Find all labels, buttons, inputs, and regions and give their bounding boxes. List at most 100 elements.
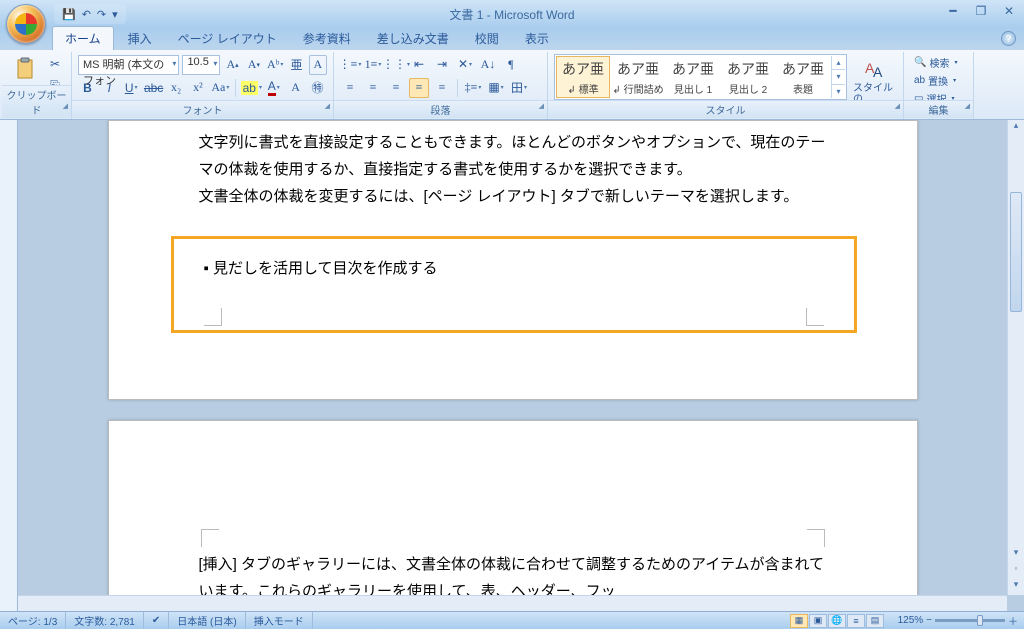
align-right-button[interactable]: ≡ [386,78,406,98]
title-bar: 💾 ↶ ↷ ▾ 文書 1 - Microsoft Word ━ ❐ ✕ [0,0,1024,28]
page-margin-marker [201,529,219,547]
font-color-button[interactable]: A [264,78,283,98]
zoom-knob[interactable] [977,615,983,626]
style-no-spacing[interactable]: あア亜↲ 行間詰め [611,56,665,98]
enclose-characters-button[interactable]: ㊕ [308,78,327,98]
minimize-button[interactable]: ━ [944,4,962,18]
superscript-button[interactable]: x² [189,78,208,98]
scroll-up-icon[interactable]: ▴ [1008,120,1024,136]
align-center-button[interactable]: ≡ [363,78,383,98]
view-draft-icon[interactable]: ▤ [866,614,884,628]
asian-layout-button[interactable]: ✕ [455,55,475,75]
ribbon-tabs: ホーム 挿入 ページ レイアウト 参考資料 差し込み文書 校閲 表示 ? [0,28,1024,50]
qat-customize-icon[interactable]: ▾ [112,8,118,21]
office-button[interactable] [6,4,46,44]
character-border-button[interactable]: A [309,55,327,75]
bullets-button[interactable]: ⋮≡ [340,55,360,75]
tab-view[interactable]: 表示 [513,27,561,50]
style-normal[interactable]: あア亜↲ 標準 [556,56,610,98]
character-shading-button[interactable]: A [286,78,305,98]
heading-text[interactable]: ▪ 見だしを活用して目次を作成する [204,255,824,282]
page-1[interactable]: 文字列に書式を直接設定することもできます。ほとんどのボタンやオプションで、現在の… [108,120,918,400]
underline-button[interactable]: U [122,78,141,98]
vertical-scrollbar[interactable]: ▴ ▾ ◦ ▾ [1007,120,1024,595]
status-proofing[interactable]: ✔ [144,612,169,629]
group-clipboard-label: クリップボード [2,85,71,118]
help-icon[interactable]: ? [1001,31,1016,46]
scroll-thumb[interactable] [1010,192,1022,312]
prev-page-icon[interactable]: ◦ [1008,563,1024,579]
status-page[interactable]: ページ: 1/3 [0,612,66,629]
vertical-ruler[interactable] [0,120,18,611]
scroll-down-icon[interactable]: ▾ [1008,547,1024,563]
highlight-button[interactable]: ab [241,78,261,98]
font-size-combo[interactable]: 10.5 [182,55,220,75]
document-area[interactable]: 文字列に書式を直接設定することもできます。ほとんどのボタンやオプションで、現在の… [18,120,1007,595]
styles-gallery: あア亜↲ 標準 あア亜↲ 行間詰め あア亜見出し 1 あア亜見出し 2 あア亜表… [554,54,847,100]
styles-more-icon[interactable]: ▾ [832,85,845,98]
decrease-indent-button[interactable]: ⇤ [409,55,429,75]
tab-mailings[interactable]: 差し込み文書 [365,27,461,50]
page-2[interactable]: [挿入] タブのギャラリーには、文書全体の体裁に合わせて調整するためのアイテムが… [108,420,918,595]
change-case-button[interactable]: Aa [210,78,230,98]
tab-insert[interactable]: 挿入 [116,27,164,50]
style-heading2[interactable]: あア亜見出し 2 [721,56,775,98]
group-font: MS 明朝 (本文のフォン 10.5 A▴ A▾ Aᵇ 亜 A B I U ab… [72,52,334,119]
view-full-screen-icon[interactable]: ▣ [809,614,827,628]
zoom-level[interactable]: 125% [898,615,924,626]
font-name-combo[interactable]: MS 明朝 (本文のフォン [78,55,179,75]
style-heading1[interactable]: あア亜見出し 1 [666,56,720,98]
zoom-in-button[interactable]: ＋ [1008,613,1018,628]
borders-button[interactable]: 田 [509,78,529,98]
grow-font-button[interactable]: A▴ [223,55,241,75]
phonetic-guide-button[interactable]: 亜 [287,55,305,75]
redo-icon[interactable]: ↷ [97,8,106,21]
justify-button[interactable]: ≡ [409,78,429,98]
style-title[interactable]: あア亜表題 [776,56,830,98]
group-editing-label: 編集 [904,100,973,118]
tab-review[interactable]: 校閲 [463,27,511,50]
multilevel-list-button[interactable]: ⋮⋮ [386,55,406,75]
shrink-font-button[interactable]: A▾ [245,55,263,75]
align-left-button[interactable]: ≡ [340,78,360,98]
tab-references[interactable]: 参考資料 [291,27,363,50]
paragraph[interactable]: 文書全体の体裁を変更するには、[ページ レイアウト] タブで新しいテーマを選択し… [199,183,827,210]
line-spacing-button[interactable]: ‡≡ [463,78,483,98]
subscript-button[interactable]: x₂ [167,78,186,98]
next-page-icon[interactable]: ▾ [1008,579,1024,595]
show-marks-button[interactable]: ¶ [501,55,521,75]
shading-button[interactable]: ▦ [486,78,506,98]
tab-home[interactable]: ホーム [52,26,114,50]
numbering-button[interactable]: 1≡ [363,55,383,75]
status-word-count[interactable]: 文字数: 2,781 [66,612,144,629]
horizontal-scrollbar[interactable] [18,595,1007,611]
close-button[interactable]: ✕ [1000,4,1018,18]
tab-page-layout[interactable]: ページ レイアウト [166,27,289,50]
status-insert-mode[interactable]: 挿入モード [246,612,313,629]
window-title: 文書 1 - Microsoft Word [449,6,574,23]
strikethrough-button[interactable]: abc [144,78,164,98]
distributed-button[interactable]: ≡ [432,78,452,98]
find-button[interactable]: 🔍 検索 [910,54,961,71]
zoom-out-button[interactable]: − [926,615,932,626]
status-language[interactable]: 日本語 (日本) [169,612,245,629]
maximize-button[interactable]: ❐ [972,4,990,18]
paragraph[interactable]: [挿入] タブのギャラリーには、文書全体の体裁に合わせて調整するためのアイテムが… [199,551,827,595]
sort-button[interactable]: A↓ [478,55,498,75]
save-icon[interactable]: 💾 [62,8,76,21]
view-outline-icon[interactable]: ≡ [847,614,865,628]
styles-up-icon[interactable]: ▴ [832,56,845,70]
increase-indent-button[interactable]: ⇥ [432,55,452,75]
undo-icon[interactable]: ↶ [82,8,91,21]
replace-button[interactable]: ab 置換 [910,72,961,89]
view-print-layout-icon[interactable]: ▦ [790,614,808,628]
styles-down-icon[interactable]: ▾ [832,70,845,84]
zoom-control: 125% − ＋ [898,613,1018,628]
clear-formatting-button[interactable]: Aᵇ [266,55,284,75]
zoom-slider[interactable] [935,619,1005,622]
cut-button[interactable]: ✂ [45,54,65,74]
paragraph[interactable]: 文字列に書式を直接設定することもできます。ほとんどのボタンやオプションで、現在の… [199,129,827,183]
view-web-layout-icon[interactable]: 🌐 [828,614,846,628]
group-paragraph-label: 段落 [334,100,547,118]
page-margin-marker [807,529,825,547]
